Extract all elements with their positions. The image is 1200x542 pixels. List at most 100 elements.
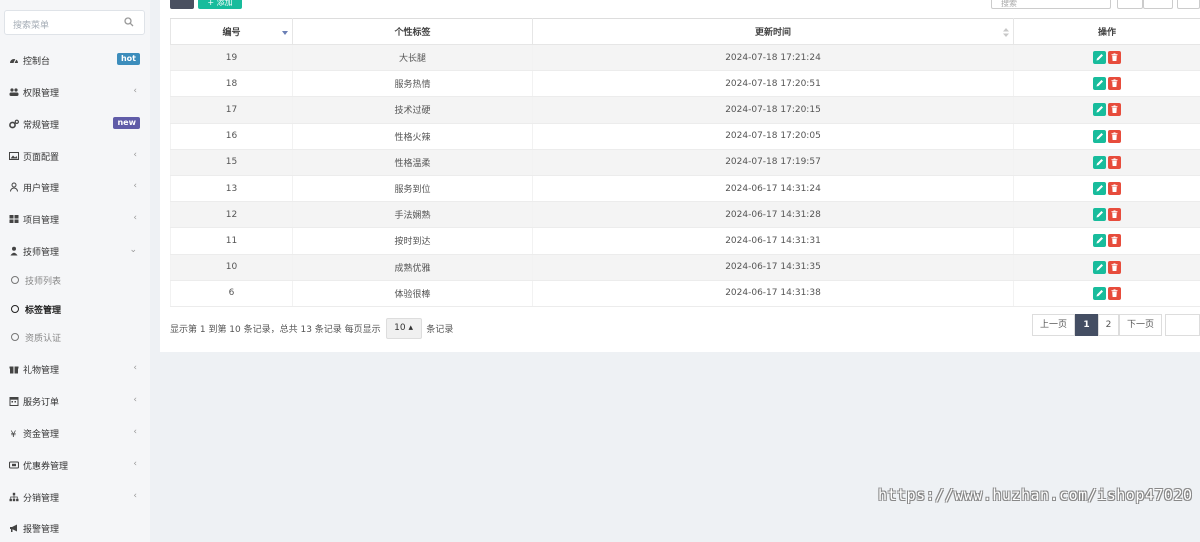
cell-id: 19 (170, 44, 293, 72)
sort-desc-icon (282, 31, 288, 35)
delete-button[interactable] (1108, 208, 1122, 222)
circle-icon (11, 333, 19, 341)
cogs-icon (9, 119, 19, 129)
cell-actions (1013, 280, 1200, 307)
sidebar-item-4[interactable]: 用户管理 ‹ (0, 172, 150, 202)
circle-icon (11, 305, 19, 313)
cell-tag: 服务到位 (292, 175, 533, 203)
delete-button[interactable] (1108, 103, 1122, 117)
sidebar-item-11[interactable]: 分销管理 ‹ (0, 482, 150, 512)
delete-button[interactable] (1108, 234, 1122, 248)
cell-id: 13 (170, 175, 293, 203)
delete-button[interactable] (1108, 77, 1122, 91)
sidebar-item-3[interactable]: 页面配置 ‹ (0, 141, 150, 171)
cell-id: 12 (170, 201, 293, 229)
edit-button[interactable] (1093, 260, 1107, 274)
sidebar-item-12[interactable]: 报警管理 (0, 513, 150, 542)
table-search-input[interactable]: 搜索 (991, 0, 1111, 9)
sidebar-item-7[interactable]: 礼物管理 ‹ (0, 354, 150, 384)
sidebar-item-0[interactable]: 控制台 hot (0, 45, 150, 75)
export-button[interactable] (1177, 0, 1200, 9)
pencil-icon (1096, 211, 1104, 218)
chevron-icon: ‹ (133, 395, 137, 405)
pencil-icon (1096, 54, 1104, 61)
sidebar-item-label: 权限管理 (23, 89, 60, 99)
column-header-action: 操作 (1013, 18, 1200, 45)
cell-time: 2024-06-17 14:31:31 (532, 227, 1014, 255)
prev-page-button[interactable]: 上一页 (1032, 314, 1075, 336)
table-row: 18 服务热情 2024-07-18 17:20:51 (170, 70, 1200, 98)
circle-icon (11, 276, 19, 284)
table-row: 10 成熟优雅 2024-06-17 14:31:35 (170, 254, 1200, 281)
edit-button[interactable] (1093, 51, 1107, 65)
trash-icon (1111, 158, 1118, 166)
edit-button[interactable] (1093, 208, 1107, 222)
cell-time: 2024-07-18 17:20:15 (532, 96, 1014, 124)
next-page-button[interactable]: 下一页 (1119, 314, 1162, 336)
column-header-id[interactable]: 编号 (170, 18, 293, 45)
delete-button[interactable] (1108, 129, 1122, 143)
cell-time: 2024-06-17 14:31:24 (532, 175, 1014, 203)
group-icon (9, 88, 19, 96)
sidebar-subitem-1[interactable]: 标签管理 (0, 295, 150, 323)
page-size-select[interactable]: 10 ▴ (385, 318, 422, 339)
cell-time: 2024-07-18 17:21:24 (532, 44, 1014, 72)
tag-table: 编号 个性标签 更新时间 操作 19 大长腿 2024-07-18 17:21:… (170, 18, 1200, 307)
edit-button[interactable] (1093, 155, 1107, 169)
jump-page-input[interactable] (1165, 314, 1200, 336)
sidebar-item-5[interactable]: 项目管理 ‹ (0, 204, 150, 234)
cell-time: 2024-07-18 17:20:51 (532, 70, 1014, 98)
pencil-icon (1096, 185, 1104, 192)
column-header-time[interactable]: 更新时间 (532, 18, 1014, 45)
yen-icon: ¥ (11, 430, 17, 438)
add-button[interactable]: + 添加 (198, 0, 242, 9)
sidebar-item-10[interactable]: 优惠券管理 ‹ (0, 450, 150, 480)
cell-tag: 手法娴熟 (292, 201, 533, 229)
sidebar-subitem-label: 技师列表 (25, 277, 62, 287)
cell-actions (1013, 123, 1200, 150)
edit-button[interactable] (1093, 129, 1107, 143)
sidebar-item-6[interactable]: 技师管理 ⌄ (0, 236, 150, 266)
delete-button[interactable] (1108, 260, 1122, 274)
svg-text:¥: ¥ (11, 430, 17, 438)
sidebar-subitem-2[interactable]: 资质认证 (0, 323, 150, 351)
sidebar-item-8[interactable]: 服务订单 ‹ (0, 386, 150, 416)
ticket-icon (9, 461, 19, 469)
sidebar-subitem-0[interactable]: 技师列表 (0, 266, 150, 294)
chevron-icon: ‹ (133, 491, 137, 501)
chevron-icon: ‹ (133, 150, 137, 160)
edit-button[interactable] (1093, 286, 1107, 300)
edit-button[interactable] (1093, 182, 1107, 196)
cell-actions (1013, 201, 1200, 229)
cell-tag: 成熟优雅 (292, 254, 533, 281)
grid-icon (9, 215, 19, 223)
sidebar-item-1[interactable]: 权限管理 ‹ (0, 77, 150, 107)
sidebar-item-label: 控制台 (23, 57, 51, 67)
sidebar-item-9[interactable]: ¥ 资金管理 ‹ (0, 418, 150, 448)
sidebar-item-label: 分销管理 (23, 494, 60, 504)
page-1-button[interactable]: 1 (1075, 314, 1098, 336)
sidebar-item-2[interactable]: 常规管理 new (0, 109, 150, 139)
delete-button[interactable] (1108, 51, 1122, 65)
image-icon (9, 152, 19, 160)
person-icon (10, 246, 18, 256)
sidebar: 搜索菜单 控制台 hot 权限管理 ‹ 常规管理 new 页面配置 ‹ 用户管理… (0, 0, 150, 542)
menu-search-input[interactable]: 搜索菜单 (4, 10, 145, 35)
cell-tag: 性格火辣 (292, 123, 533, 150)
edit-button[interactable] (1093, 77, 1107, 91)
table-row: 17 技术过硬 2024-07-18 17:20:15 (170, 96, 1200, 124)
trash-icon (1111, 105, 1118, 114)
cell-actions (1013, 44, 1200, 72)
edit-button[interactable] (1093, 234, 1107, 248)
edit-button[interactable] (1093, 103, 1107, 117)
cell-id: 6 (170, 280, 293, 307)
delete-button[interactable] (1108, 182, 1122, 196)
refresh-button[interactable] (170, 0, 194, 9)
delete-button[interactable] (1108, 155, 1122, 169)
toggle-view-button[interactable] (1117, 0, 1143, 9)
cell-actions (1013, 70, 1200, 98)
page-2-button[interactable]: 2 (1098, 314, 1119, 336)
columns-dropdown-button[interactable] (1143, 0, 1173, 9)
sidebar-item-label: 报警管理 (23, 525, 60, 535)
delete-button[interactable] (1108, 286, 1122, 300)
